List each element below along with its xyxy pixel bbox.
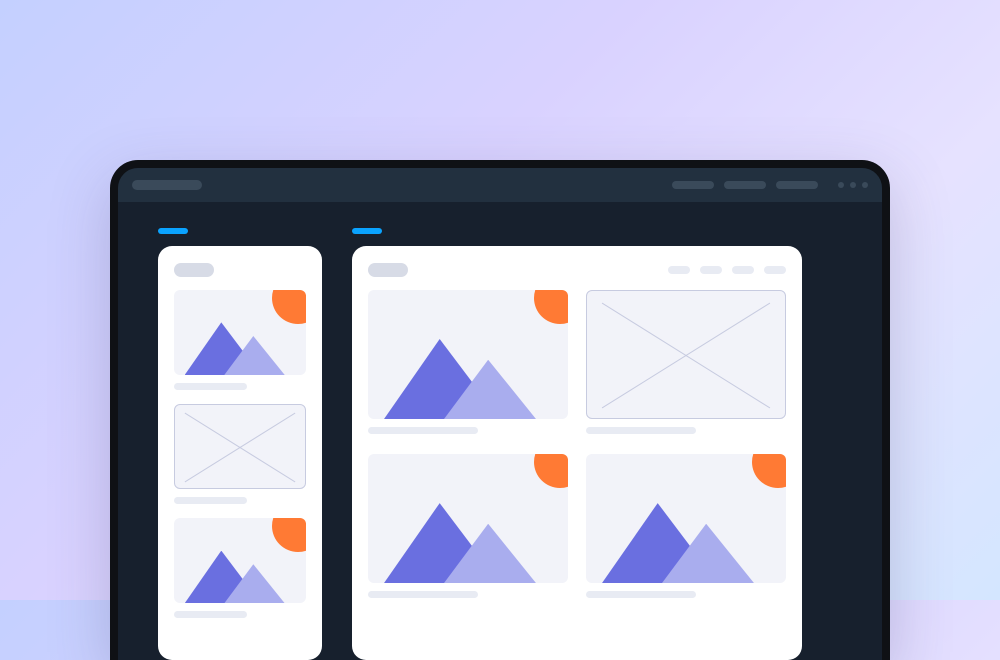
card-caption-placeholder — [368, 591, 478, 598]
panel-nav-item[interactable] — [668, 266, 690, 274]
app-topbar — [118, 168, 882, 202]
wide-panel-column — [352, 228, 802, 660]
narrow-panel-column — [158, 228, 322, 660]
window-control-dot[interactable] — [838, 182, 844, 188]
app-title-placeholder — [132, 180, 202, 190]
wireframe-thumbnail — [174, 404, 306, 489]
screen — [118, 168, 882, 660]
image-thumbnail — [174, 518, 306, 603]
card-caption-placeholder — [586, 591, 696, 598]
card-caption-placeholder — [174, 497, 247, 504]
card[interactable] — [368, 454, 568, 598]
sun-icon — [534, 454, 568, 488]
sun-icon — [272, 290, 306, 324]
sun-icon — [272, 518, 306, 552]
card[interactable] — [368, 290, 568, 434]
card[interactable] — [174, 404, 306, 504]
window-control-dot[interactable] — [850, 182, 856, 188]
topbar-link-placeholder[interactable] — [776, 181, 818, 189]
image-thumbnail — [174, 290, 306, 375]
card-caption-placeholder — [174, 383, 247, 390]
window-controls — [838, 182, 868, 188]
card-caption-placeholder — [368, 427, 478, 434]
narrow-panel — [158, 246, 322, 660]
card[interactable] — [174, 518, 306, 618]
panel-nav-item[interactable] — [732, 266, 754, 274]
image-thumbnail — [586, 454, 786, 583]
image-thumbnail — [368, 290, 568, 419]
panel-title-placeholder — [368, 263, 408, 277]
panel-nav-item[interactable] — [764, 266, 786, 274]
topbar-link-placeholder[interactable] — [672, 181, 714, 189]
sun-icon — [534, 290, 568, 324]
laptop-frame — [110, 160, 890, 660]
panel-header — [174, 262, 306, 278]
panel-accent-indicator — [158, 228, 188, 234]
card[interactable] — [586, 290, 786, 434]
panel-nav — [668, 266, 786, 274]
topbar-link-placeholder[interactable] — [724, 181, 766, 189]
window-control-dot[interactable] — [862, 182, 868, 188]
panel-accent-indicator — [352, 228, 382, 234]
panel-nav-item[interactable] — [700, 266, 722, 274]
card-caption-placeholder — [174, 611, 247, 618]
card[interactable] — [586, 454, 786, 598]
panel-title-placeholder — [174, 263, 214, 277]
card[interactable] — [174, 290, 306, 390]
sun-icon — [752, 454, 786, 488]
card-caption-placeholder — [586, 427, 696, 434]
workarea — [118, 202, 882, 660]
wide-card-grid — [368, 290, 786, 598]
wide-panel — [352, 246, 802, 660]
panel-header — [368, 262, 786, 278]
image-thumbnail — [368, 454, 568, 583]
narrow-card-list — [174, 290, 306, 618]
wireframe-thumbnail — [586, 290, 786, 419]
